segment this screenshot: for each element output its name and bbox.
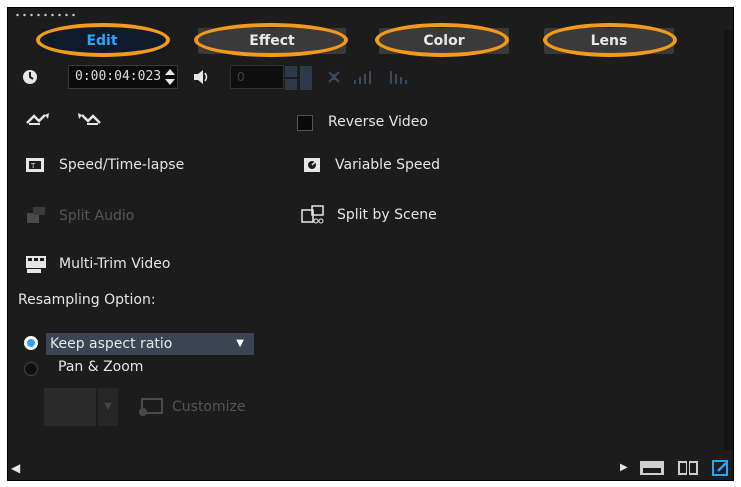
tab-lens[interactable]: Lens	[544, 28, 674, 54]
preset-dropdown-icon[interactable]: ▼	[98, 388, 118, 426]
tab-color-label: Color	[423, 33, 465, 49]
pan-zoom-radio[interactable]	[24, 362, 38, 376]
tab-edit[interactable]: Edit	[39, 28, 165, 54]
expand-right-icon[interactable]: ▶	[620, 462, 628, 473]
volume-value: 0	[237, 70, 245, 84]
split-view-icon[interactable]	[676, 459, 700, 477]
tab-edit-label: Edit	[86, 33, 118, 49]
rotate-left-icon[interactable]	[25, 111, 55, 129]
timecode-value: 0:00:04:023	[75, 69, 162, 84]
customize-icon	[139, 398, 163, 416]
resampling-dropdown-value: Keep aspect ratio	[50, 336, 173, 352]
tab-color[interactable]: Color	[379, 28, 509, 54]
customize-label: Customize	[172, 399, 246, 415]
split-by-scene-icon	[301, 205, 324, 224]
reverse-video-checkbox[interactable]	[297, 115, 313, 131]
resampling-dropdown[interactable]: Keep aspect ratio ▼	[46, 333, 254, 355]
tab-effect-label: Effect	[249, 33, 295, 49]
pan-zoom-preset-swatch[interactable]	[44, 388, 96, 426]
multi-trim-icon	[26, 256, 46, 273]
fade-in-icon	[354, 71, 371, 84]
mute-audio-icon	[328, 71, 340, 83]
customize-button[interactable]: Customize	[136, 397, 246, 417]
multi-trim-label: Multi-Trim Video	[59, 256, 171, 272]
split-audio-icon	[27, 207, 45, 223]
rotate-right-icon[interactable]	[74, 111, 104, 129]
variable-speed-icon	[304, 158, 320, 172]
variable-speed-label: Variable Speed	[335, 157, 441, 173]
chevron-down-icon: ▼	[236, 338, 244, 349]
keep-aspect-radio[interactable]	[24, 336, 38, 350]
drag-grip-icon[interactable]	[14, 13, 78, 17]
multi-trim-button[interactable]: Multi-Trim Video	[25, 253, 170, 275]
tab-lens-label: Lens	[590, 33, 628, 49]
svg-text:T: T	[30, 162, 36, 170]
split-by-scene-label: Split by Scene	[337, 207, 437, 223]
variable-speed-button[interactable]: Variable Speed	[303, 156, 440, 174]
timecode-stepper-icon[interactable]	[164, 68, 176, 86]
split-by-scene-button[interactable]: Split by Scene	[301, 204, 437, 226]
split-audio-button[interactable]: Split Audio	[25, 205, 134, 227]
scroll-left-icon[interactable]: ◀	[11, 461, 20, 475]
split-audio-label: Split Audio	[59, 208, 135, 224]
volume-stepper[interactable]	[285, 66, 297, 90]
volume-icon[interactable]	[192, 68, 210, 86]
bottom-toolbar: ◀ ▶	[8, 456, 733, 480]
speed-timelapse-button[interactable]: T Speed/Time-lapse	[25, 156, 184, 174]
pan-zoom-label: Pan & Zoom	[58, 359, 144, 375]
reverse-video-label: Reverse Video	[328, 114, 428, 130]
speed-timelapse-label: Speed/Time-lapse	[59, 157, 185, 173]
vertical-scrollbar[interactable]	[724, 30, 733, 450]
options-panel: Edit Effect Color Lens 0:00:04:023 0 Rev…	[7, 7, 734, 481]
volume-input[interactable]: 0	[230, 65, 284, 89]
clock-icon	[23, 70, 37, 84]
display-mode-icon[interactable]	[638, 459, 666, 477]
edit-icon[interactable]	[712, 459, 730, 477]
timecode-field[interactable]: 0:00:04:023	[68, 65, 178, 89]
speed-timelapse-icon: T	[26, 158, 44, 172]
volume-dropdown-icon[interactable]	[300, 66, 312, 90]
resampling-heading: Resampling Option:	[18, 292, 156, 308]
tab-effect[interactable]: Effect	[198, 28, 346, 54]
fade-out-icon	[390, 71, 407, 84]
